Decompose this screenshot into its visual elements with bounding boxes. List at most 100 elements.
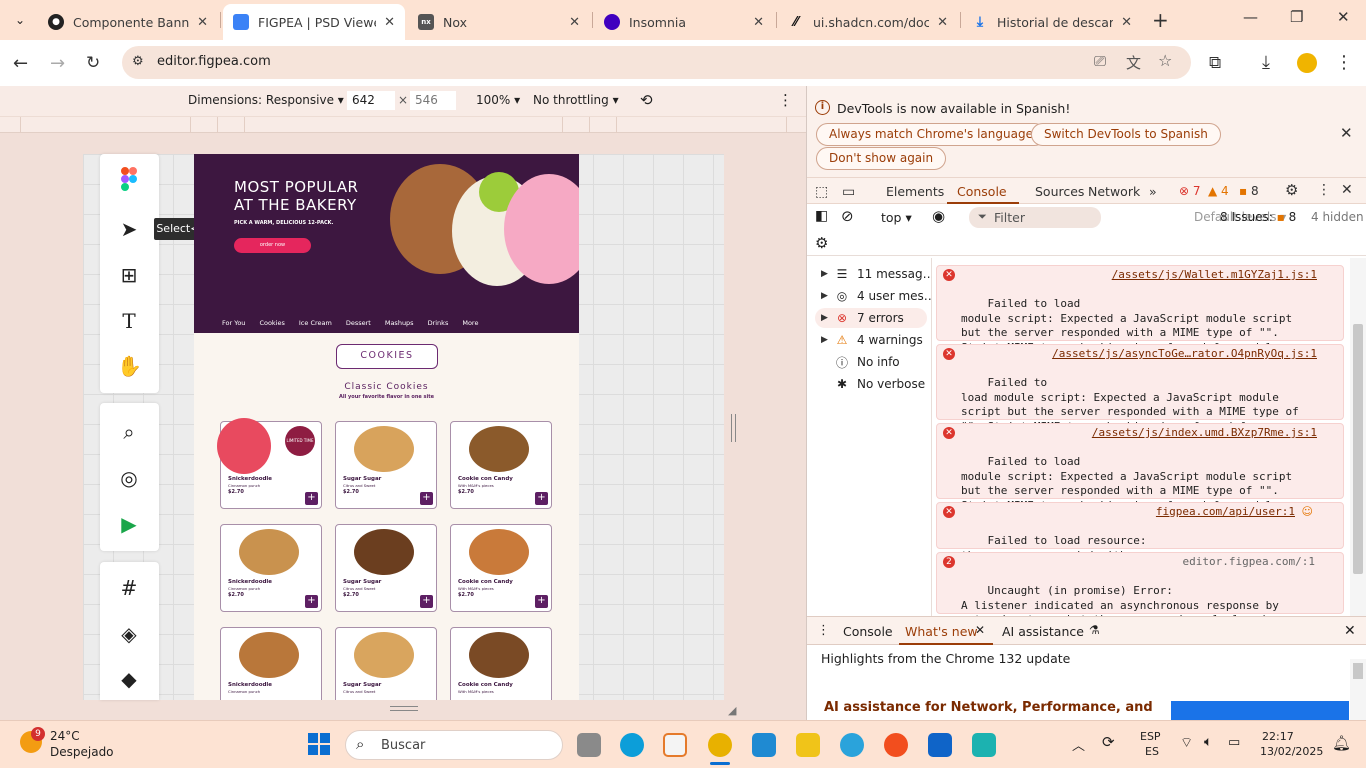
product-card[interactable]: LIMITED TIME Snickerdoodle Cinnamon punc… [217, 418, 322, 509]
sidebar-item-messages[interactable]: ▶ ☰ 11 messag… [821, 264, 935, 284]
expand-arrow-icon[interactable]: ▶ [821, 313, 833, 323]
layers-link-icon[interactable]: ◎ [117, 466, 141, 490]
extensions-icon[interactable]: ⧉ [1209, 53, 1221, 73]
live-expression-eye-icon[interactable]: ◉ [932, 207, 945, 225]
grid-hash-icon[interactable]: # [117, 576, 141, 600]
warning-count[interactable]: ▲ 4 [1208, 184, 1229, 198]
tab-shadcn[interactable]: ⁄⁄ ui.shadcn.com/docs/ ✕ [778, 4, 958, 40]
expand-arrow-icon[interactable]: ▶ [821, 269, 833, 279]
close-infobar-icon[interactable]: ✕ [1340, 124, 1353, 142]
clear-console-icon[interactable]: ⊘ [841, 207, 854, 225]
add-to-cart-button[interactable]: + [305, 492, 318, 505]
zoom-tool-icon[interactable]: ⌕ [117, 420, 141, 444]
drawer-tab-ai-assistance[interactable]: AI assistance [1002, 624, 1084, 639]
ai-explain-icon[interactable]: ☺ [1302, 505, 1313, 520]
reload-icon[interactable]: ↻ [86, 53, 100, 73]
install-app-icon[interactable]: ⎚ [1094, 52, 1106, 70]
product-card[interactable]: Sugar Sugar Citrus and Sweet $2.70 + [335, 421, 437, 509]
more-options-icon[interactable]: ⋮ [778, 91, 793, 109]
sidebar-item-verbose[interactable]: ✱ No verbose [821, 374, 925, 394]
forward-icon[interactable]: → [50, 53, 65, 74]
add-to-cart-button[interactable]: + [420, 492, 433, 505]
url-text[interactable]: editor.figpea.com [157, 54, 271, 69]
add-to-cart-button[interactable]: + [535, 492, 548, 505]
new-tab-icon[interactable]: + [1152, 8, 1169, 32]
chrome-taskbar-icon[interactable] [708, 733, 732, 757]
file-explorer-icon[interactable] [796, 733, 820, 757]
sync-icon[interactable]: ⟳ [1102, 733, 1115, 751]
scrollbar-thumb[interactable] [1353, 324, 1363, 574]
language-code[interactable]: ESP [1140, 730, 1161, 743]
battery-icon[interactable]: ▭ [1228, 735, 1240, 750]
console-error-message[interactable]: ✕ Failed to load module script: Expected… [936, 344, 1344, 447]
rotate-icon[interactable]: ⟲ [640, 91, 653, 109]
keyboard-layout[interactable]: ES [1145, 745, 1159, 758]
dimensions-select[interactable]: Dimensions: Responsive ▾ [188, 93, 344, 107]
nav-more[interactable]: More [462, 319, 478, 327]
close-icon[interactable]: ✕ [197, 15, 208, 30]
site-info-icon[interactable]: ⚙ [132, 54, 144, 69]
telegram-icon[interactable] [840, 733, 864, 757]
tab-search-chevron-icon[interactable]: ⌄ [8, 10, 32, 30]
tab-network[interactable]: Network [1088, 184, 1140, 199]
nav-ice-cream[interactable]: Ice Cream [299, 319, 332, 327]
close-icon[interactable]: ✕ [384, 15, 395, 30]
taskbar-search-box[interactable]: ⌕ Buscar [345, 730, 563, 760]
console-error-message[interactable]: 2 Uncaught (in promise) Error: A listene… [936, 552, 1344, 641]
minimize-icon[interactable]: — [1243, 8, 1258, 26]
add-to-cart-button[interactable]: + [420, 595, 433, 608]
chrome-menu-icon[interactable]: ⋮ [1335, 52, 1353, 73]
back-icon[interactable]: ← [13, 53, 28, 74]
throttling-select[interactable]: No throttling ▾ [533, 93, 619, 107]
product-card[interactable]: Cookie con Candy With M&M's pieces $2.70… [450, 524, 552, 612]
zoom-select[interactable]: 100% ▾ [476, 93, 520, 107]
expand-arrow-icon[interactable]: ▶ [821, 335, 833, 345]
tab-sources[interactable]: Sources [1035, 184, 1084, 199]
sidebar-item-errors[interactable]: ▶ ⊗ 7 errors [815, 308, 927, 328]
tab-elements[interactable]: Elements [886, 184, 944, 199]
drawer-tab-console[interactable]: Console [843, 624, 893, 639]
dev-tool-app-icon[interactable] [972, 733, 996, 757]
drawer-tab-whats-new[interactable]: What's new [905, 624, 978, 639]
source-link[interactable]: /assets/js/Wallet.m1GYZaj1.js:1 [1112, 268, 1317, 283]
expand-arrow-icon[interactable]: ▶ [821, 291, 833, 301]
bookmark-star-icon[interactable]: ☆ [1158, 51, 1172, 70]
drawer-scrollbar-thumb[interactable] [1353, 663, 1363, 679]
console-error-message[interactable]: ✕ Failed to load resource: the server re… [936, 502, 1344, 576]
inspect-element-icon[interactable]: ⬚ [815, 184, 828, 200]
play-icon[interactable]: ▶ [117, 512, 141, 536]
frame-add-icon[interactable]: ⊞ [117, 263, 141, 287]
source-link[interactable]: /assets/js/index.umd.BXzp7Rme.js:1 [1092, 426, 1317, 441]
product-card[interactable]: Snickerdoodle Cinnamon punch [220, 627, 322, 700]
context-select[interactable]: top ▾ [881, 210, 912, 225]
profile-avatar[interactable] [1297, 53, 1317, 73]
figma-logo-icon[interactable] [117, 167, 141, 191]
settings-gear-icon[interactable]: ⚙ [1285, 181, 1298, 199]
wifi-icon[interactable]: ⌔ [1180, 734, 1193, 752]
sidebar-toggle-icon[interactable]: ◧ [815, 208, 828, 224]
switch-to-spanish-button[interactable]: Switch DevTools to Spanish [1031, 123, 1221, 146]
close-icon[interactable]: ✕ [937, 15, 948, 30]
source-link[interactable]: /assets/js/asyncToGe…rator.O4pnRyOq.js:1 [1052, 347, 1317, 362]
height-input[interactable]: 546 [410, 91, 456, 110]
console-filter-input[interactable]: ⏷ Filter [969, 207, 1101, 228]
device-toggle-icon[interactable]: ▭ [842, 184, 855, 200]
viewport-resize-corner[interactable]: ◢ [728, 704, 736, 717]
cookies-category-button[interactable]: COOKIES [336, 344, 438, 369]
close-devtools-icon[interactable]: ✕ [1341, 182, 1353, 198]
tab-downloads[interactable]: ⤓ Historial de descargas ✕ [962, 4, 1142, 40]
console-error-message[interactable]: ✕ Failed to load module script: Expected… [936, 423, 1344, 526]
console-scrollbar[interactable] [1350, 258, 1366, 616]
drawer-menu-icon[interactable]: ⋮ [817, 623, 830, 638]
close-icon[interactable]: ✕ [1121, 15, 1132, 30]
close-icon[interactable]: ✕ [753, 15, 764, 30]
tab-nox[interactable]: nx Nox ✕ [408, 4, 590, 40]
nav-drinks[interactable]: Drinks [428, 319, 449, 327]
product-card[interactable]: Snickerdoodle Cinnamon punch $2.70 + [220, 524, 322, 612]
sidebar-item-info[interactable]: ⓘ No info [821, 352, 900, 372]
drawer-scrollbar[interactable] [1350, 659, 1366, 720]
address-bar[interactable]: ⚙ editor.figpea.com ⎚ 文 ☆ [122, 46, 1191, 79]
vscode-icon[interactable] [752, 733, 776, 757]
source-link[interactable]: figpea.com/api/user:1 [1156, 505, 1295, 520]
nav-for-you[interactable]: For You [222, 319, 245, 327]
